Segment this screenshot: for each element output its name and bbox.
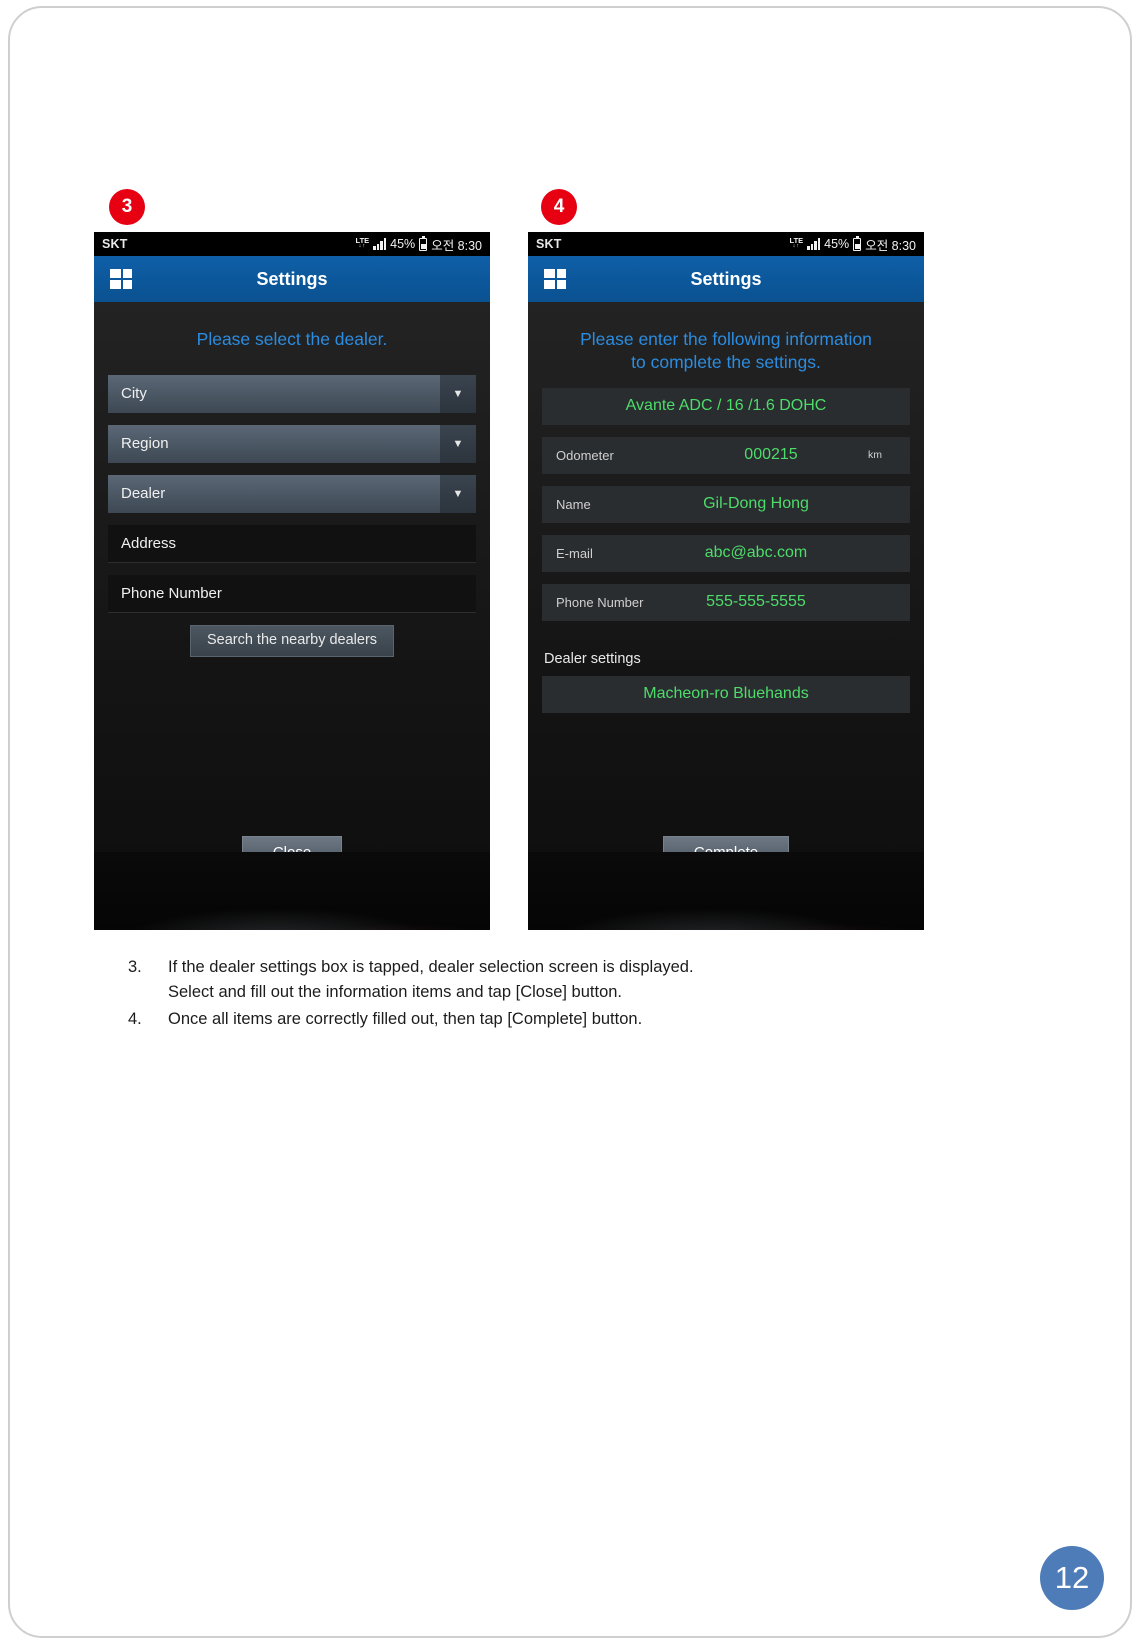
battery-percent-label: 45% [390, 237, 416, 251]
status-bar: SKT LTE ↓↑ 45% 오전 8:30 [94, 232, 490, 256]
phone-number-row[interactable]: Phone Number 555-555-5555 [542, 583, 910, 621]
phone-screenshot-4: SKT LTE ↓↑ 45% 오전 8:30 Settings Please e… [528, 232, 924, 930]
odometer-label: Odometer [556, 447, 614, 463]
grid-menu-icon[interactable] [110, 269, 132, 289]
dealer-select-label: Dealer [108, 474, 440, 513]
phone-screenshot-3: SKT LTE ↓↑ 45% 오전 8:30 Settings Please s… [94, 232, 490, 930]
email-label: E-mail [556, 545, 593, 561]
odometer-value: 000215 [744, 446, 798, 463]
complete-button[interactable]: Complete [662, 835, 790, 870]
screen-4-footer: Complete [528, 835, 924, 870]
address-input[interactable]: Address [108, 524, 476, 563]
clock-label: 오전 8:30 [865, 238, 916, 253]
screen-3-body: Please select the dealer. City ▼ Region … [94, 302, 490, 930]
close-button[interactable]: Close [241, 835, 343, 870]
battery-icon [853, 235, 862, 251]
screen-4-headline-line1: Please enter the following information [580, 329, 872, 349]
dealer-settings-box[interactable]: Macheon-ro Bluehands [542, 675, 910, 713]
lte-arrows: ↓↑ [358, 243, 367, 249]
app-bar-title: Settings [256, 268, 328, 289]
instruction-item: 4. Once all items are correctly filled o… [128, 1007, 988, 1032]
name-row[interactable]: Name Gil-Dong Hong [542, 485, 910, 523]
dealer-settings-label: Dealer settings [544, 650, 641, 667]
name-label: Name [556, 496, 591, 512]
phone-number-value: 555-555-5555 [706, 593, 806, 610]
chevron-down-icon[interactable]: ▼ [440, 474, 476, 513]
instruction-line: Once all items are correctly filled out,… [168, 1010, 643, 1029]
instruction-number: 4. [128, 1010, 142, 1029]
status-indicators: LTE ↓↑ 45% 오전 8:30 [790, 235, 916, 254]
chevron-down-icon[interactable]: ▼ [440, 424, 476, 463]
app-bar-title: Settings [690, 268, 762, 289]
app-bar: Settings [94, 256, 490, 302]
region-select[interactable]: Region ▼ [108, 424, 476, 463]
search-nearby-dealers-button[interactable]: Search the nearby dealers [189, 624, 395, 657]
screen-4-body: Please enter the following information t… [528, 302, 924, 930]
vehicle-row[interactable]: Avante ADC / 16 /1.6 DOHC [542, 387, 910, 425]
city-select[interactable]: City ▼ [108, 374, 476, 413]
dealer-settings-value: Macheon-ro Bluehands [643, 685, 809, 702]
instruction-number: 3. [128, 958, 142, 976]
lte-icon: LTE ↓↑ [356, 236, 370, 250]
signal-strength-icon [373, 238, 387, 250]
battery-icon [419, 235, 428, 251]
clock-label: 오전 8:30 [431, 238, 482, 253]
phone-number-label: Phone Number [556, 594, 644, 610]
city-select-label: City [108, 374, 440, 413]
phone-number-input[interactable]: Phone Number [108, 574, 476, 613]
step-badge-4: 4 [541, 189, 577, 225]
status-indicators: LTE ↓↑ 45% 오전 8:30 [356, 235, 482, 254]
region-select-label: Region [108, 424, 440, 463]
grid-menu-icon[interactable] [544, 269, 566, 289]
instruction-item: 3. If the dealer settings box is tapped,… [128, 955, 988, 1005]
battery-percent-label: 45% [824, 237, 850, 251]
odometer-row[interactable]: Odometer 000215 km [542, 436, 910, 474]
status-bar: SKT LTE ↓↑ 45% 오전 8:30 [528, 232, 924, 256]
carrier-label: SKT [536, 237, 562, 251]
page-number-badge: 12 [1040, 1546, 1104, 1610]
lte-arrows: ↓↑ [792, 243, 801, 249]
instruction-line: If the dealer settings box is tapped, de… [168, 958, 694, 976]
instructions-list: 3. If the dealer settings box is tapped,… [128, 955, 988, 1034]
name-value: Gil-Dong Hong [703, 495, 809, 512]
vehicle-value: Avante ADC / 16 /1.6 DOHC [625, 397, 827, 414]
email-row[interactable]: E-mail abc@abc.com [542, 534, 910, 572]
instruction-text: If the dealer settings box is tapped, de… [168, 955, 988, 1005]
odometer-unit: km [868, 449, 882, 461]
screen-3-footer: Close [94, 835, 490, 870]
carrier-label: SKT [102, 237, 128, 251]
app-bar: Settings [528, 256, 924, 302]
step-badge-3: 3 [109, 189, 145, 225]
instruction-line: Select and fill out the information item… [168, 983, 623, 1002]
screen-3-headline: Please select the dealer. [196, 329, 388, 349]
screen-4-headline: Please enter the following information t… [528, 302, 924, 374]
dealer-select[interactable]: Dealer ▼ [108, 474, 476, 513]
screen-4-headline-line2: to complete the settings. [631, 351, 821, 372]
instruction-text: Once all items are correctly filled out,… [168, 1007, 988, 1032]
lte-icon: LTE ↓↑ [790, 236, 804, 250]
signal-strength-icon [807, 238, 821, 250]
email-value: abc@abc.com [704, 544, 808, 561]
chevron-down-icon[interactable]: ▼ [440, 374, 476, 413]
